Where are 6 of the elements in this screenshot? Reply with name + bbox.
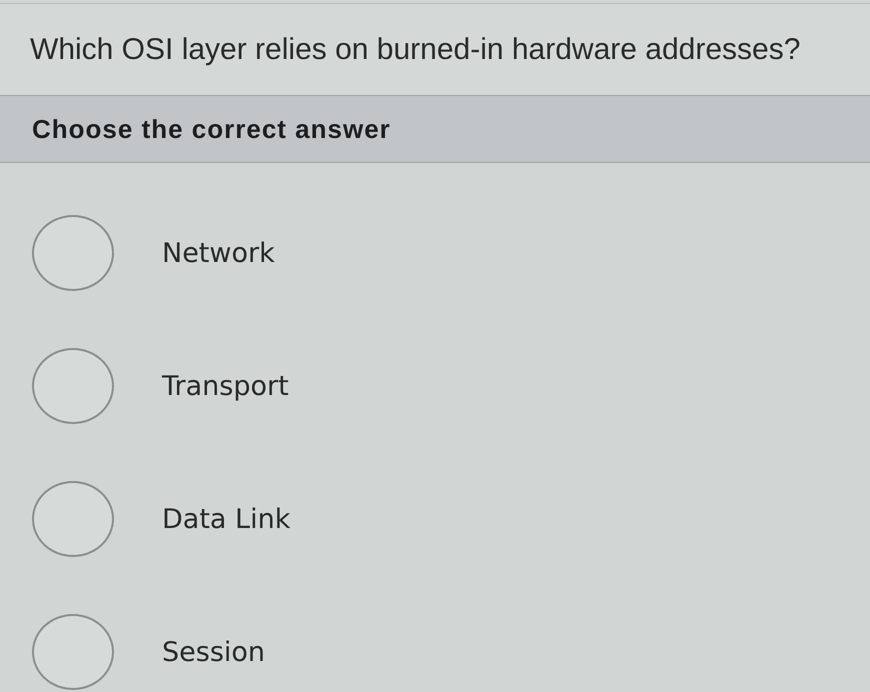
- option-label[interactable]: Data Link: [162, 504, 290, 534]
- option-label[interactable]: Session: [162, 636, 266, 668]
- option-label[interactable]: Network: [162, 238, 275, 268]
- option-label[interactable]: Transport: [162, 370, 289, 402]
- instruction-banner: Choose the correct answer: [0, 95, 870, 163]
- question-text: Which OSI layer relies on burned-in hardware addresses?: [30, 32, 800, 66]
